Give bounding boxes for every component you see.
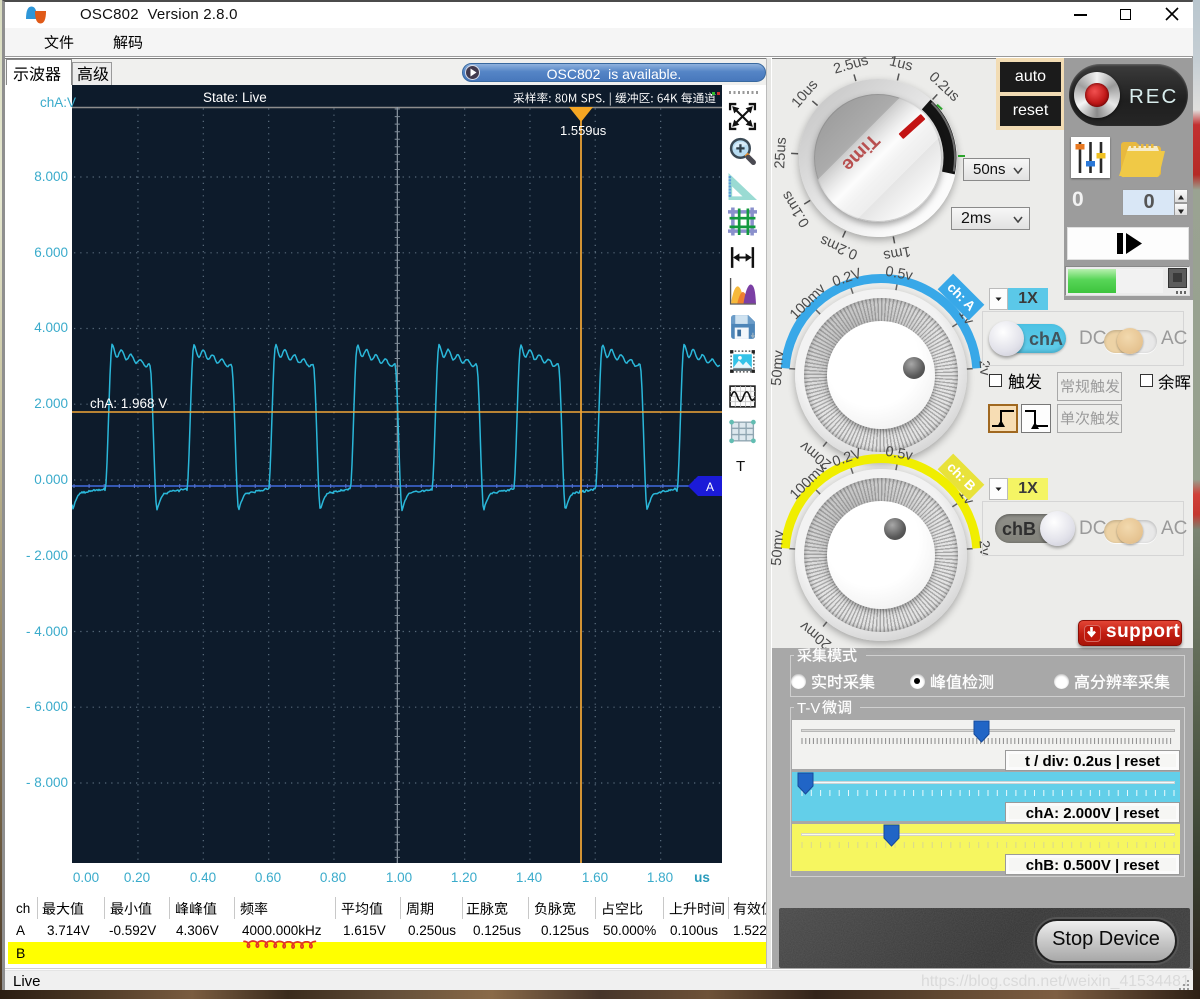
svg-text:A: A <box>706 480 714 494</box>
